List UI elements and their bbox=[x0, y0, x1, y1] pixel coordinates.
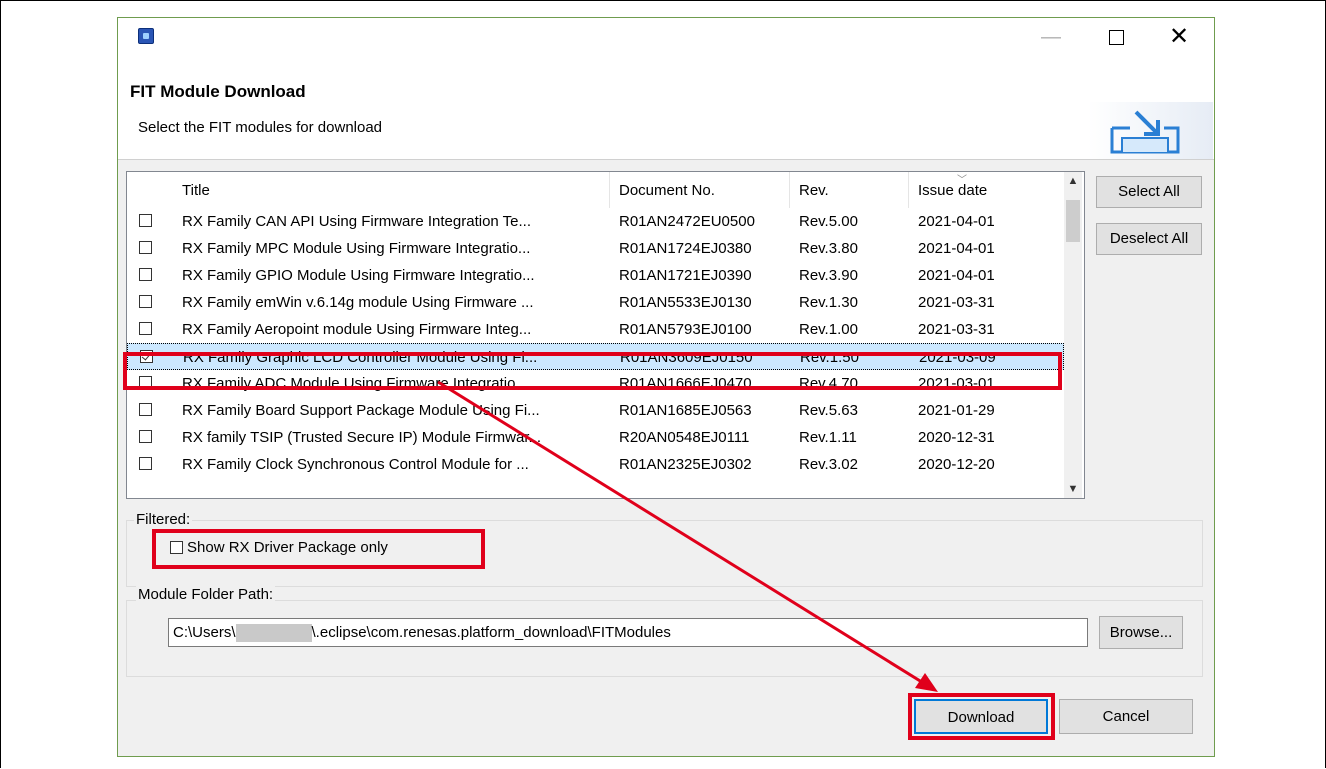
annotation-arrow bbox=[437, 380, 938, 692]
arrow-line bbox=[437, 380, 926, 686]
arrow-head bbox=[915, 673, 938, 692]
